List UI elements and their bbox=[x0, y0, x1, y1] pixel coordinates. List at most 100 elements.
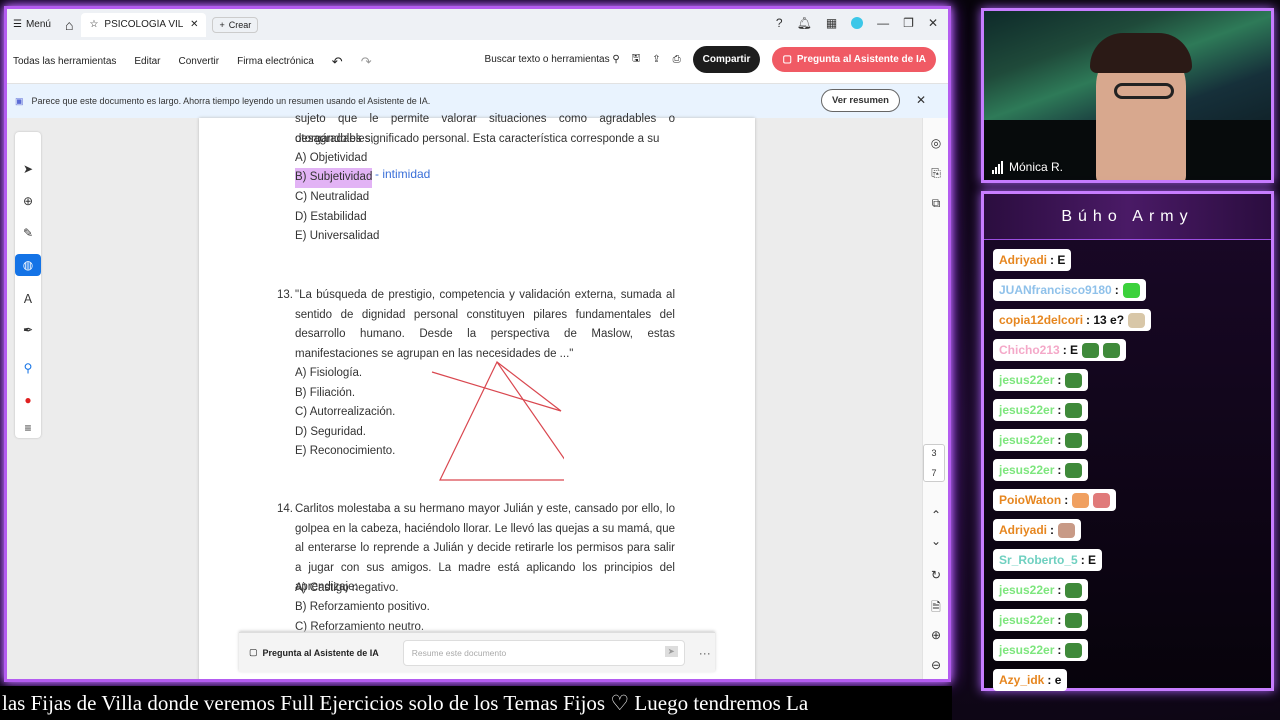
pen-icon[interactable]: ✎ bbox=[15, 222, 41, 244]
chat-username[interactable]: JUANfrancisco9180 bbox=[999, 283, 1112, 297]
save-icon[interactable]: 🖫︎ bbox=[632, 51, 641, 68]
zoom-in-icon[interactable]: ⊕ bbox=[923, 628, 948, 642]
chat-message: Chicho213: E bbox=[993, 339, 1127, 361]
redo-icon[interactable]: ↷ bbox=[361, 54, 372, 70]
chat-username[interactable]: jesus22er bbox=[999, 583, 1054, 597]
scroll-up-icon[interactable]: ⌃ bbox=[923, 508, 948, 522]
send-icon[interactable]: ➤ bbox=[664, 645, 678, 657]
esign-menu[interactable]: Firma electrónica bbox=[237, 56, 314, 67]
restore-icon[interactable]: ❐ bbox=[903, 16, 914, 30]
highlighter-icon[interactable]: ◍ bbox=[15, 254, 41, 276]
chat-text: : bbox=[1057, 613, 1062, 627]
zoom-select-icon[interactable]: ⊕ bbox=[15, 190, 41, 212]
stamp-icon[interactable]: ✒ bbox=[15, 319, 41, 341]
page-indicator[interactable]: 3 7 bbox=[923, 444, 945, 482]
create-button[interactable]: + Crear bbox=[212, 16, 259, 33]
upload-icon[interactable]: ⇪ bbox=[652, 54, 660, 65]
share-button[interactable]: Compartir bbox=[692, 46, 761, 73]
pages-icon[interactable]: ⧉ bbox=[923, 196, 948, 211]
view-summary-button[interactable]: Ver resumen bbox=[820, 89, 900, 112]
print-icon[interactable]: ⎙ bbox=[673, 54, 681, 65]
apps-grid-icon[interactable]: ▦ bbox=[826, 16, 837, 30]
window-controls: ? 🔔︎ ▦ — ❐ ✕ bbox=[776, 16, 938, 30]
banner-text: Parece que este documento es largo. Ahor… bbox=[31, 96, 431, 106]
ai-chat-icon: ▢ bbox=[249, 647, 258, 657]
document-area: ➤ ⊕ ✎ ◍ Ａ ✒ ⚲ ● ≡ sujeto que le permite … bbox=[7, 113, 948, 679]
chat-username[interactable]: jesus22er bbox=[999, 613, 1054, 627]
ask-ai-label: Pregunta al Asistente de IA bbox=[796, 54, 926, 65]
all-tools-menu[interactable]: Todas las herramientas bbox=[13, 56, 116, 67]
scroll-down-icon[interactable]: ⌄ bbox=[923, 534, 948, 548]
chat-username[interactable]: Adriyadi bbox=[999, 523, 1047, 537]
emote-icon bbox=[1065, 582, 1083, 598]
document-icon[interactable]: 🗎︎ bbox=[923, 598, 948, 619]
close-window-icon[interactable]: ✕ bbox=[928, 16, 938, 30]
bell-icon[interactable]: 🔔︎ bbox=[797, 16, 812, 30]
chat-text: : e bbox=[1047, 673, 1062, 687]
star-icon[interactable]: ☆ bbox=[89, 19, 98, 30]
close-tab-icon[interactable]: ✕ bbox=[190, 19, 198, 30]
select-cursor-icon[interactable]: ➤ bbox=[15, 158, 41, 180]
chat-username[interactable]: jesus22er bbox=[999, 433, 1054, 447]
refresh-icon[interactable]: ↻ bbox=[923, 568, 948, 582]
right-tool-rail: ◎ ⎘ ⧉ ⌃ ⌄ ↻ 🗎︎ ⊕ ⊖ bbox=[922, 118, 948, 679]
chat-username[interactable]: Chicho213 bbox=[999, 343, 1060, 357]
q13-question: "La búsqueda de prestigio, competencia y… bbox=[295, 289, 675, 360]
chat-message: PoioWaton: bbox=[993, 489, 1117, 511]
more-options-icon[interactable]: ··· bbox=[699, 646, 711, 660]
chat-text: : bbox=[1057, 433, 1062, 447]
chat-text: : bbox=[1050, 523, 1055, 537]
plus-icon: + bbox=[219, 19, 225, 30]
text-box-icon[interactable]: Ａ bbox=[15, 287, 41, 309]
emote-icon bbox=[1082, 342, 1100, 358]
menu-label: Menú bbox=[25, 19, 51, 30]
help-icon[interactable]: ? bbox=[776, 16, 783, 30]
cross-line bbox=[431, 371, 562, 412]
streamer-glasses bbox=[1114, 83, 1174, 99]
q12-option-c: C) Neutralidad bbox=[295, 191, 370, 203]
apex-line bbox=[496, 361, 562, 412]
emote-icon bbox=[1065, 402, 1083, 418]
menu-button[interactable]: ☰ Menú bbox=[13, 19, 51, 30]
chat-username[interactable]: jesus22er bbox=[999, 643, 1054, 657]
chat-username[interactable]: Sr_Roberto_5 bbox=[999, 553, 1078, 567]
document-tab[interactable]: ☆ PSICOLOGÍA VILLAR... ✕ bbox=[81, 12, 207, 37]
search-tools-button[interactable]: Buscar texto o herramientas ⚲ bbox=[485, 54, 620, 65]
participant-name-label: Mónica R. bbox=[1009, 160, 1064, 174]
q13-option-e: E) Reconocimiento. bbox=[295, 445, 396, 457]
chat-username[interactable]: Azy_idk bbox=[999, 673, 1044, 687]
q14-option-a: A) Castigo negativo. bbox=[295, 582, 399, 594]
emote-icon bbox=[1103, 342, 1121, 358]
q13-option-d: D) Seguridad. bbox=[295, 426, 366, 438]
emote-icon bbox=[1072, 492, 1090, 508]
chat-username[interactable]: PoioWaton bbox=[999, 493, 1061, 507]
emote-icon bbox=[1058, 522, 1076, 538]
chat-title: Búho Army bbox=[984, 194, 1271, 240]
chat-text: : bbox=[1057, 643, 1062, 657]
drawn-triangle-annotation bbox=[431, 360, 564, 481]
edit-menu[interactable]: Editar bbox=[134, 56, 160, 67]
undo-icon[interactable]: ↶ bbox=[332, 54, 343, 70]
home-icon[interactable]: ⌂ bbox=[65, 17, 73, 33]
zoom-out-icon[interactable]: ⊖ bbox=[923, 658, 948, 672]
chat-username[interactable]: jesus22er bbox=[999, 403, 1054, 417]
ask-ai-button[interactable]: ▢ Pregunta al Asistente de IA bbox=[772, 47, 936, 72]
chat-username[interactable]: jesus22er bbox=[999, 373, 1054, 387]
chat-username[interactable]: copia12delcori bbox=[999, 313, 1083, 327]
convert-menu[interactable]: Convertir bbox=[179, 56, 220, 67]
ai-question-input[interactable]: Resume este documento ➤ bbox=[402, 639, 685, 666]
close-banner-icon[interactable]: ✕ bbox=[916, 93, 926, 107]
chat-text: : bbox=[1057, 463, 1062, 477]
q14-number: 14. bbox=[277, 503, 293, 515]
color-dot-icon[interactable]: ● bbox=[15, 389, 41, 411]
more-tools-icon[interactable]: ≡ bbox=[15, 417, 41, 439]
bookmark-icon[interactable]: ⎘ bbox=[923, 166, 948, 181]
chat-username[interactable]: jesus22er bbox=[999, 463, 1054, 477]
ai-summary-icon: ▣ bbox=[15, 95, 24, 106]
chat-username[interactable]: Adriyadi bbox=[999, 253, 1047, 267]
pin-icon[interactable]: ⚲ bbox=[15, 357, 41, 379]
minimize-icon[interactable]: — bbox=[877, 16, 889, 30]
profile-icon[interactable] bbox=[851, 17, 864, 29]
q13-option-b: B) Filiación. bbox=[295, 387, 356, 399]
comment-icon[interactable]: ◎ bbox=[923, 136, 948, 150]
